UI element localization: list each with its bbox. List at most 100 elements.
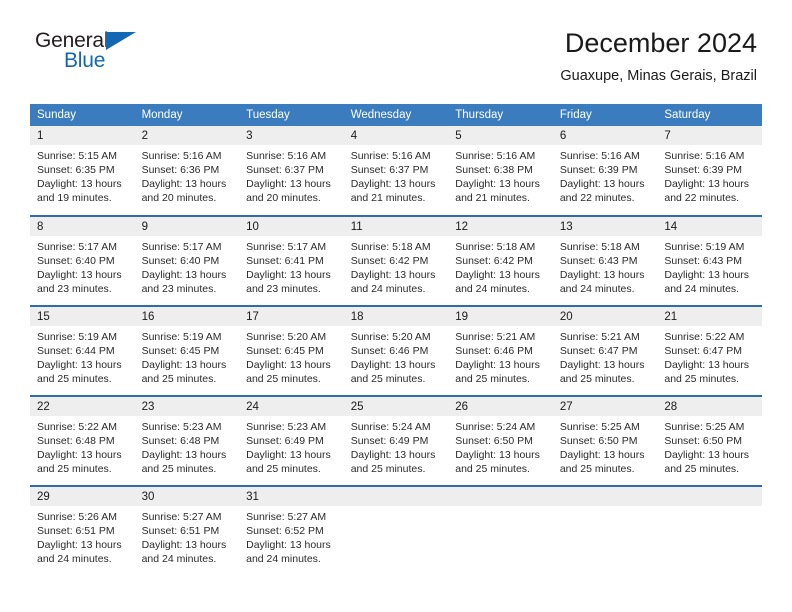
page-subtitle: Guaxupe, Minas Gerais, Brazil [560, 68, 757, 85]
day-details: Sunrise: 5:23 AM Sunset: 6:48 PM Daylight:… [135, 416, 240, 476]
calendar-day-cell[interactable]: 29 Sunrise: 5:26 AM Sunset: 6:51 PM Dayligh… [30, 485, 135, 576]
sunset-text: Sunset: 6:47 PM [664, 345, 743, 357]
calendar-day-cell[interactable]: 5 Sunrise: 5:16 AM Sunset: 6:38 PM Daylight… [448, 126, 553, 216]
calendar-day-cell[interactable]: 9 Sunrise: 5:17 AM Sunset: 6:40 PM Daylight… [134, 215, 240, 306]
day-details: Sunrise: 5:25 AM Sunset: 6:50 PM Daylight:… [553, 416, 658, 476]
calendar-day-cell[interactable]: 27 Sunrise: 5:25 AM Sunset: 6:50 PM Dayligh… [552, 395, 658, 486]
day-number: 31 [239, 487, 344, 506]
calendar-day-cell[interactable]: 7 Sunrise: 5:16 AM Sunset: 6:39 PM Daylight… [657, 126, 762, 216]
sunrise-text: Sunrise: 5:24 AM [350, 421, 431, 433]
daylight-text: Daylight: 13 hours and 20 minutes. [246, 178, 331, 204]
daylight-text: Daylight: 13 hours and 25 minutes. [37, 359, 122, 385]
sunrise-text: Sunrise: 5:16 AM [455, 150, 536, 162]
day-number: 18 [343, 307, 449, 326]
calendar-day-cell[interactable]: 11 Sunrise: 5:18 AM Sunset: 6:42 PM Dayligh… [343, 215, 449, 306]
sunset-text: Sunset: 6:45 PM [141, 345, 220, 357]
sunrise-text: Sunrise: 5:20 AM [246, 331, 327, 343]
sunset-text: Sunset: 6:51 PM [37, 525, 115, 537]
calendar-day-cell[interactable]: 26 Sunrise: 5:24 AM Sunset: 6:50 PM Dayligh… [448, 395, 553, 486]
calendar-day-cell[interactable]: 16 Sunrise: 5:19 AM Sunset: 6:45 PM Dayligh… [134, 305, 240, 396]
calendar-day-cell[interactable]: 15 Sunrise: 5:19 AM Sunset: 6:44 PM Dayligh… [30, 305, 135, 396]
weekday-header-tuesday: Tuesday [239, 104, 344, 126]
sunset-text: Sunset: 6:51 PM [141, 525, 220, 537]
day-number: 12 [448, 217, 553, 236]
sunset-text: Sunset: 6:42 PM [455, 255, 533, 267]
sunrise-text: Sunrise: 5:17 AM [37, 241, 117, 253]
sunrise-text: Sunrise: 5:20 AM [350, 331, 431, 343]
calendar-day-cell[interactable]: 6 Sunrise: 5:16 AM Sunset: 6:39 PM Daylight… [552, 126, 658, 216]
calendar-day-cell[interactable]: 24 Sunrise: 5:23 AM Sunset: 6:49 PM Dayligh… [239, 395, 344, 486]
calendar-day-cell[interactable]: 13 Sunrise: 5:18 AM Sunset: 6:43 PM Dayligh… [552, 215, 658, 306]
logo-text-general: General [35, 29, 109, 52]
day-number: 29 [30, 487, 135, 506]
calendar-day-cell[interactable]: 19 Sunrise: 5:21 AM Sunset: 6:46 PM Dayligh… [448, 305, 553, 396]
sunrise-text: Sunrise: 5:18 AM [559, 241, 640, 253]
sunrise-text: Sunrise: 5:26 AM [37, 511, 117, 523]
sunset-text: Sunset: 6:41 PM [246, 255, 324, 267]
calendar-day-cell[interactable]: 4 Sunrise: 5:16 AM Sunset: 6:37 PM Daylight… [343, 126, 449, 216]
day-number: 13 [552, 217, 658, 236]
calendar-day-cell[interactable]: 17 Sunrise: 5:20 AM Sunset: 6:45 PM Dayligh… [239, 305, 344, 396]
calendar-day-cell[interactable]: 23 Sunrise: 5:23 AM Sunset: 6:48 PM Dayligh… [134, 395, 240, 486]
calendar-day-cell[interactable]: 10 Sunrise: 5:17 AM Sunset: 6:41 PM Dayligh… [239, 215, 344, 306]
sunrise-text: Sunrise: 5:24 AM [455, 421, 536, 433]
daylight-text: Daylight: 13 hours and 24 minutes. [350, 269, 436, 295]
calendar-day-cell[interactable]: 1 Sunrise: 5:15 AM Sunset: 6:35 PM Daylight… [30, 126, 135, 216]
day-number: 7 [657, 126, 762, 145]
sunset-text: Sunset: 6:48 PM [141, 435, 220, 447]
sunrise-text: Sunrise: 5:19 AM [141, 331, 222, 343]
sunset-text: Sunset: 6:44 PM [37, 345, 115, 357]
weekday-header-friday: Friday [552, 104, 658, 126]
calendar-day-cell[interactable]: 25 Sunrise: 5:24 AM Sunset: 6:49 PM Dayligh… [343, 395, 449, 486]
calendar-table: Sunday Monday Tuesday Wednesday Thursday… [30, 104, 762, 576]
calendar-page: General Blue December 2024 Guaxupe, Mina… [0, 0, 792, 612]
daylight-text: Daylight: 13 hours and 22 minutes. [664, 178, 750, 204]
daylight-text: Daylight: 13 hours and 25 minutes. [350, 449, 436, 475]
weekday-header-monday: Monday [134, 104, 240, 126]
sunset-text: Sunset: 6:43 PM [664, 255, 743, 267]
day-details: Sunrise: 5:27 AM Sunset: 6:51 PM Daylight:… [135, 506, 240, 566]
weekday-header-row: Sunday Monday Tuesday Wednesday Thursday… [30, 104, 762, 126]
sunset-text: Sunset: 6:38 PM [455, 164, 533, 176]
calendar-day-cell[interactable]: 8 Sunrise: 5:17 AM Sunset: 6:40 PM Daylight… [30, 215, 135, 306]
day-number [448, 487, 553, 506]
calendar-day-cell[interactable]: 20 Sunrise: 5:21 AM Sunset: 6:47 PM Dayligh… [552, 305, 658, 396]
calendar-week-row: 22 Sunrise: 5:22 AM Sunset: 6:48 PM Dayligh… [30, 395, 762, 486]
calendar-day-cell[interactable]: 30 Sunrise: 5:27 AM Sunset: 6:51 PM Dayligh… [134, 485, 240, 576]
day-details: Sunrise: 5:16 AM Sunset: 6:38 PM Daylight:… [448, 145, 553, 205]
day-details: Sunrise: 5:21 AM Sunset: 6:47 PM Daylight:… [553, 326, 658, 386]
calendar-day-cell[interactable]: 12 Sunrise: 5:18 AM Sunset: 6:42 PM Dayligh… [448, 215, 553, 306]
calendar-day-cell[interactable]: 2 Sunrise: 5:16 AM Sunset: 6:36 PM Daylight… [134, 126, 240, 216]
daylight-text: Daylight: 13 hours and 25 minutes. [246, 449, 331, 475]
sunset-text: Sunset: 6:47 PM [559, 345, 638, 357]
day-details: Sunrise: 5:19 AM Sunset: 6:45 PM Daylight:… [135, 326, 240, 386]
calendar-day-cell[interactable]: 3 Sunrise: 5:16 AM Sunset: 6:37 PM Daylight… [239, 126, 344, 216]
sunrise-text: Sunrise: 5:15 AM [37, 150, 117, 162]
daylight-text: Daylight: 13 hours and 25 minutes. [455, 359, 540, 385]
day-details: Sunrise: 5:23 AM Sunset: 6:49 PM Daylight:… [239, 416, 344, 476]
sunset-text: Sunset: 6:50 PM [559, 435, 638, 447]
sunset-text: Sunset: 6:40 PM [37, 255, 115, 267]
calendar-day-cell[interactable]: 18 Sunrise: 5:20 AM Sunset: 6:46 PM Dayligh… [343, 305, 449, 396]
calendar-day-cell[interactable]: 21 Sunrise: 5:22 AM Sunset: 6:47 PM Dayligh… [657, 305, 762, 396]
weekday-header-sunday: Sunday [30, 104, 135, 126]
daylight-text: Daylight: 13 hours and 19 minutes. [37, 178, 122, 204]
day-details: Sunrise: 5:19 AM Sunset: 6:44 PM Daylight:… [30, 326, 135, 386]
day-number: 23 [134, 397, 240, 416]
day-details: Sunrise: 5:16 AM Sunset: 6:37 PM Daylight:… [239, 145, 344, 205]
sunrise-text: Sunrise: 5:21 AM [455, 331, 536, 343]
calendar-day-cell[interactable]: 14 Sunrise: 5:19 AM Sunset: 6:43 PM Dayligh… [657, 215, 762, 306]
calendar-day-cell[interactable]: 22 Sunrise: 5:22 AM Sunset: 6:48 PM Dayligh… [30, 395, 135, 486]
day-number: 22 [30, 397, 135, 416]
day-details: Sunrise: 5:17 AM Sunset: 6:41 PM Daylight:… [239, 236, 344, 296]
day-details: Sunrise: 5:17 AM Sunset: 6:40 PM Daylight:… [135, 236, 240, 296]
weekday-header-wednesday: Wednesday [343, 104, 449, 126]
daylight-text: Daylight: 13 hours and 25 minutes. [559, 359, 645, 385]
calendar-body: 1 Sunrise: 5:15 AM Sunset: 6:35 PM Daylight… [30, 126, 762, 576]
sunset-text: Sunset: 6:37 PM [246, 164, 324, 176]
sunrise-text: Sunrise: 5:21 AM [559, 331, 640, 343]
calendar-day-cell[interactable]: 31 Sunrise: 5:27 AM Sunset: 6:52 PM Dayligh… [239, 485, 344, 576]
day-number: 19 [448, 307, 553, 326]
day-number: 25 [343, 397, 449, 416]
calendar-day-cell[interactable]: 28 Sunrise: 5:25 AM Sunset: 6:50 PM Dayligh… [657, 395, 762, 486]
